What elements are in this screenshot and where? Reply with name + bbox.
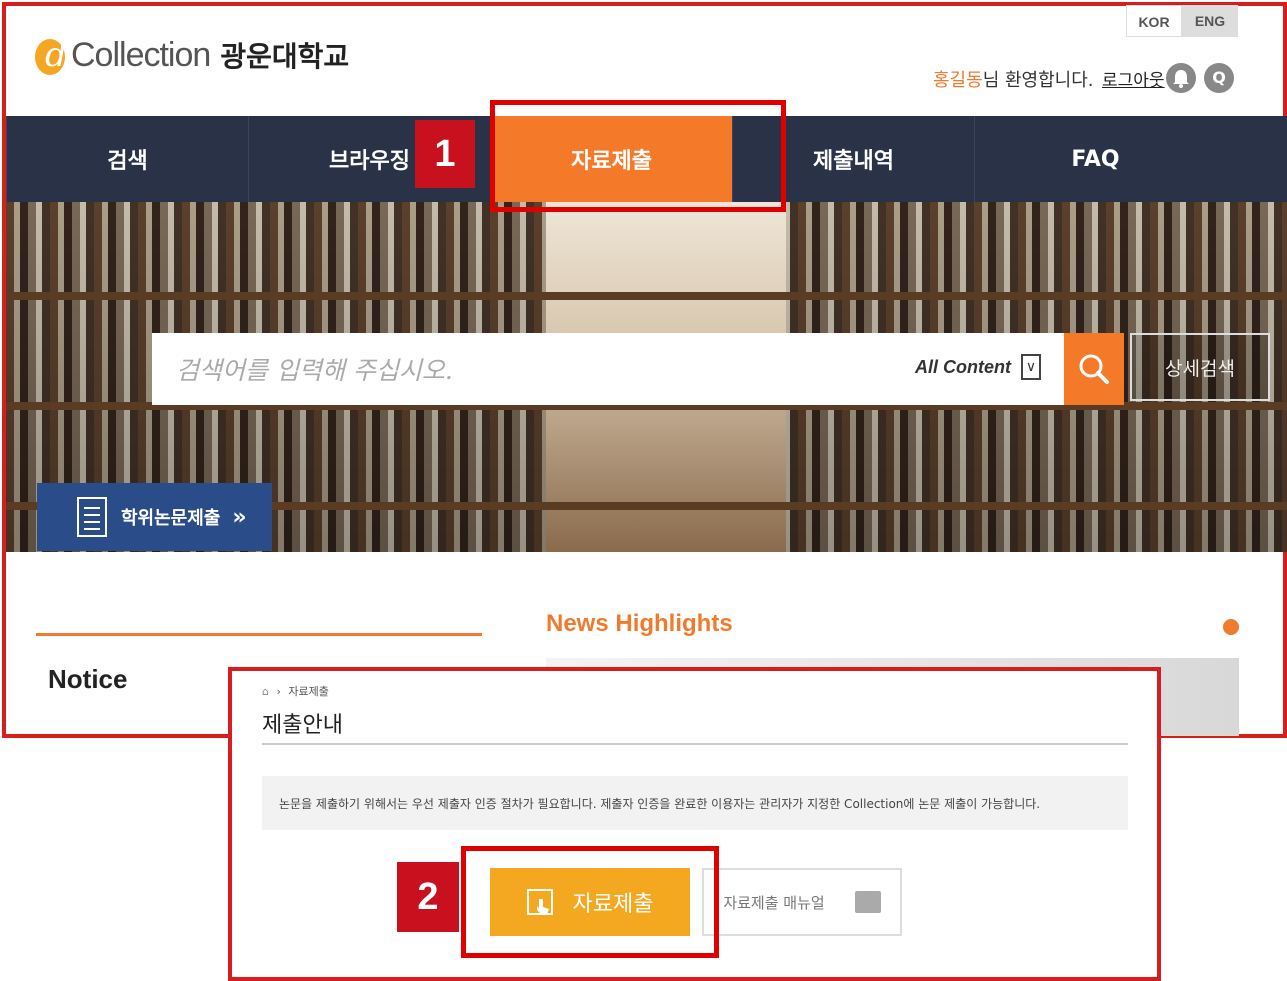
breadcrumb-current: 자료제출: [288, 685, 329, 698]
document-icon: [77, 497, 107, 537]
breadcrumb-separator: ›: [276, 685, 281, 698]
title-divider: [262, 743, 1128, 745]
welcome-message: 홍길동님 환영합니다.: [933, 66, 1094, 92]
home-icon[interactable]: ⌂: [262, 685, 269, 698]
step-2-marker: 2: [397, 862, 459, 932]
notice-divider: [36, 633, 482, 636]
thesis-submit-button[interactable]: 학위논문제출 »: [37, 483, 272, 551]
hero-shelf: [6, 292, 1287, 300]
university-name: 광운대학교: [220, 40, 350, 73]
logo-word: Collection: [71, 35, 211, 74]
logout-link[interactable]: 로그아웃: [1102, 66, 1165, 91]
manual-label: 자료제출 매뉴얼: [723, 893, 825, 912]
book-icon: [854, 891, 881, 913]
language-switch: KOR ENG: [1126, 5, 1238, 37]
logo-mark-icon: d: [35, 33, 69, 77]
user-name: 홍길동: [933, 70, 983, 91]
chevron-down-icon[interactable]: ∨: [1021, 354, 1041, 380]
step-1-marker: 1: [415, 120, 475, 188]
advanced-search-button[interactable]: 상세검색: [1130, 333, 1270, 401]
lang-eng-button[interactable]: ENG: [1182, 5, 1238, 37]
news-indicator-dot[interactable]: [1223, 619, 1239, 635]
notice-heading: Notice: [48, 664, 128, 694]
logo[interactable]: d Collection 광운대학교: [35, 32, 349, 78]
search-icon: [1079, 354, 1109, 384]
nav-item-faq[interactable]: FAQ: [974, 116, 1216, 202]
manual-button[interactable]: 자료제출 매뉴얼: [702, 868, 902, 936]
page-title: 제출안내: [262, 713, 343, 738]
double-chevron-icon: »: [232, 504, 247, 530]
bell-icon[interactable]: [1166, 63, 1196, 93]
question-icon[interactable]: Q: [1204, 63, 1234, 93]
search-button[interactable]: [1064, 333, 1124, 405]
breadcrumb: ⌂ › 자료제출: [262, 683, 329, 699]
lang-kor-button[interactable]: KOR: [1126, 5, 1182, 37]
highlight-nav-submission: [490, 100, 786, 212]
nav-item-search[interactable]: 검색: [6, 116, 248, 202]
search-scope-select[interactable]: All Content: [915, 357, 1011, 378]
info-text: 논문을 제출하기 위해서는 우선 제출자 인증 절차가 필요합니다. 제출자 인…: [279, 797, 1041, 811]
welcome-suffix: 님 환영합니다.: [982, 70, 1094, 91]
news-heading: News Highlights: [546, 610, 733, 637]
highlight-submit-button: [461, 846, 719, 958]
thesis-submit-label: 학위논문제출: [121, 508, 221, 529]
search-input[interactable]: 검색어를 입력해 주십시오.: [176, 351, 453, 387]
